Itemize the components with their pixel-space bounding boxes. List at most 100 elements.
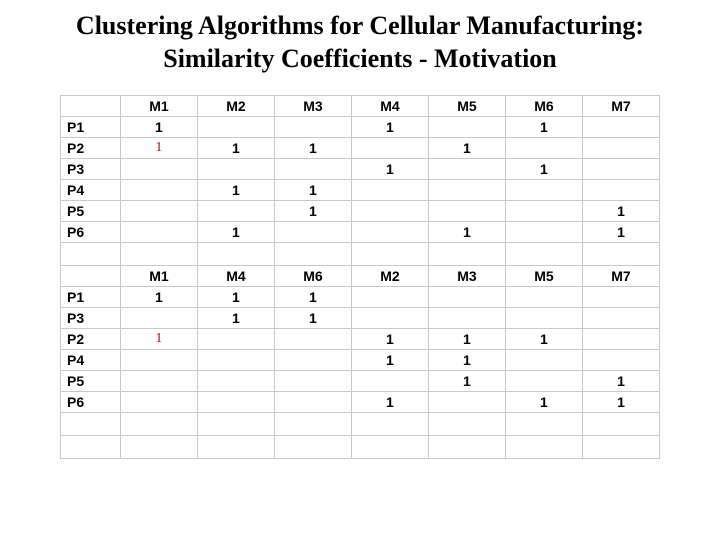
row-header: P4	[61, 350, 121, 371]
matrix-cell	[428, 201, 505, 222]
matrix-cell: 1	[428, 222, 505, 243]
column-header: M3	[274, 96, 351, 117]
matrix-cell	[351, 138, 428, 159]
matrix-cell	[197, 117, 274, 138]
slide-title: Clustering Algorithms for Cellular Manuf…	[20, 10, 700, 75]
matrix-cell: 1	[505, 329, 582, 350]
matrix-cell: 1	[582, 222, 659, 243]
matrix-cell: 1	[351, 117, 428, 138]
matrix-cell	[582, 117, 659, 138]
matrix-cell	[582, 159, 659, 180]
matrix-cell: 1	[505, 117, 582, 138]
title-line-2: Similarity Coefficients - Motivation	[163, 44, 557, 73]
matrix-cell	[582, 308, 659, 329]
matrix-cell	[505, 201, 582, 222]
matrix-cell	[351, 371, 428, 392]
matrix-cell	[120, 222, 197, 243]
column-header: M2	[197, 96, 274, 117]
matrix-cell: 1	[428, 329, 505, 350]
matrix-table-rearranged: M1M4M6M2M3M5M7P1111P311P21111P411P511P61…	[60, 265, 660, 413]
matrix-cell: 1	[582, 201, 659, 222]
matrix-cell: 1	[120, 329, 197, 350]
matrix-cell: 1	[351, 329, 428, 350]
matrix-cell	[197, 201, 274, 222]
column-header: M4	[197, 266, 274, 287]
matrix-cell	[428, 117, 505, 138]
matrix-cell	[505, 222, 582, 243]
matrix-cell	[120, 308, 197, 329]
column-header: M7	[582, 96, 659, 117]
column-header: M2	[351, 266, 428, 287]
matrix-cell	[351, 180, 428, 201]
matrix-cell: 1	[197, 308, 274, 329]
row-header: P2	[61, 138, 121, 159]
matrix-cell	[120, 392, 197, 413]
matrix-cell: 1	[274, 287, 351, 308]
column-header: M1	[120, 266, 197, 287]
matrix-cell	[428, 287, 505, 308]
matrix-cell: 1	[505, 392, 582, 413]
matrix-cell	[197, 350, 274, 371]
row-header: P3	[61, 308, 121, 329]
title-line-1: Clustering Algorithms for Cellular Manuf…	[76, 11, 644, 40]
matrix-cell	[582, 350, 659, 371]
matrix-spacer	[60, 242, 660, 266]
column-header: M5	[428, 96, 505, 117]
column-header: M7	[582, 266, 659, 287]
matrix-cell	[582, 180, 659, 201]
matrix-cell: 1	[274, 138, 351, 159]
corner-cell	[61, 266, 121, 287]
matrix-cell	[351, 201, 428, 222]
matrix-cell	[197, 159, 274, 180]
column-header: M3	[428, 266, 505, 287]
matrix-cell	[505, 138, 582, 159]
matrix-cell: 1	[197, 287, 274, 308]
column-header: M6	[274, 266, 351, 287]
matrix-cell	[428, 308, 505, 329]
matrix-cell	[274, 159, 351, 180]
matrix-cell	[505, 350, 582, 371]
matrix-table-original: M1M2M3M4M5M6M7P1111P21111P311P411P511P61…	[60, 95, 660, 243]
row-header: P1	[61, 287, 121, 308]
matrix-cell	[197, 392, 274, 413]
matrix-cell	[351, 287, 428, 308]
tables-area: M1M2M3M4M5M6M7P1111P21111P311P411P511P61…	[60, 95, 660, 459]
matrix-cell	[505, 371, 582, 392]
matrix-cell	[274, 329, 351, 350]
column-header: M1	[120, 96, 197, 117]
matrix-cell	[351, 308, 428, 329]
matrix-cell	[274, 117, 351, 138]
row-header: P6	[61, 222, 121, 243]
matrix-cell: 1	[274, 201, 351, 222]
corner-cell	[61, 96, 121, 117]
matrix-tail	[60, 412, 660, 459]
matrix-cell	[505, 308, 582, 329]
matrix-cell: 1	[120, 287, 197, 308]
matrix-cell	[274, 371, 351, 392]
matrix-cell: 1	[505, 159, 582, 180]
matrix-cell	[274, 392, 351, 413]
matrix-cell: 1	[197, 222, 274, 243]
matrix-cell: 1	[582, 392, 659, 413]
matrix-cell	[428, 180, 505, 201]
row-header: P2	[61, 329, 121, 350]
column-header: M4	[351, 96, 428, 117]
matrix-cell: 1	[120, 138, 197, 159]
matrix-cell: 1	[428, 371, 505, 392]
matrix-cell: 1	[351, 392, 428, 413]
matrix-cell	[274, 222, 351, 243]
matrix-cell: 1	[351, 350, 428, 371]
matrix-cell	[505, 180, 582, 201]
matrix-cell	[582, 138, 659, 159]
row-header: P6	[61, 392, 121, 413]
row-header: P5	[61, 201, 121, 222]
matrix-cell	[120, 180, 197, 201]
matrix-cell: 1	[274, 308, 351, 329]
matrix-cell: 1	[428, 350, 505, 371]
matrix-cell	[120, 159, 197, 180]
matrix-cell	[428, 392, 505, 413]
row-header: P5	[61, 371, 121, 392]
row-header: P1	[61, 117, 121, 138]
matrix-cell: 1	[120, 117, 197, 138]
matrix-cell: 1	[274, 180, 351, 201]
